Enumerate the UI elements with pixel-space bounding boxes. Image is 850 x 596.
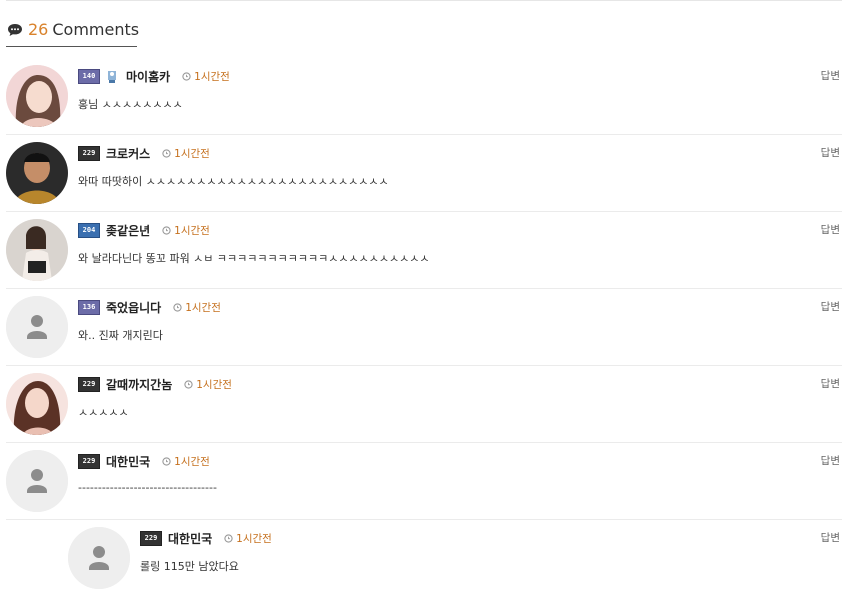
- timestamp-text: 1시간전: [185, 301, 221, 314]
- default-user-icon: [6, 296, 68, 358]
- comment-item: 136 죽었읍니다 1시간전 와.. 진짜 개지린다 답변: [6, 289, 842, 366]
- comment-meta: 229 대한민국 1시간전: [78, 453, 210, 469]
- timestamp: 1시간전: [173, 300, 221, 315]
- timestamp: 1시간전: [224, 531, 272, 546]
- reply-button[interactable]: 답변: [821, 299, 840, 314]
- nickname[interactable]: 마이홈카: [126, 68, 170, 85]
- timestamp-text: 1시간전: [236, 532, 272, 545]
- comment-meta: 229 크로커스 1시간전: [78, 145, 210, 161]
- level-badge: 229: [140, 530, 162, 546]
- nickname[interactable]: 좆같은년: [106, 222, 150, 239]
- reply-button[interactable]: 답변: [821, 453, 840, 468]
- level-badge: 229: [78, 453, 100, 469]
- comment-item: 229 갈때까지간놈 1시간전 ㅅㅅㅅㅅㅅ 답변: [6, 366, 842, 443]
- avatar[interactable]: [6, 142, 68, 204]
- comment-count: 26: [28, 20, 49, 39]
- comment-text: 홍님 ㅅㅅㅅㅅㅅㅅㅅㅅ: [78, 98, 183, 111]
- reply-button[interactable]: 답변: [821, 68, 840, 83]
- clock-icon: [173, 302, 182, 312]
- nickname[interactable]: 죽었읍니다: [106, 299, 161, 316]
- comment-text: ㅅㅅㅅㅅㅅ: [78, 406, 129, 419]
- comment-text: -----------------------------------: [78, 481, 217, 494]
- comments-title: Comments: [52, 20, 140, 39]
- level-badge: 229: [78, 376, 100, 392]
- reply-button[interactable]: 답변: [821, 145, 840, 160]
- timestamp-text: 1시간전: [174, 224, 210, 237]
- level-badge: 140: [78, 68, 100, 84]
- comment-item: 204 좆같은년 1시간전 와 날라다닌다 똥꼬 파워 ㅅㅂ ㅋㅋㅋㅋㅋㅋㅋㅋㅋ…: [6, 212, 842, 289]
- avatar[interactable]: [6, 450, 68, 512]
- reply-button[interactable]: 답변: [821, 530, 840, 545]
- timestamp: 1시간전: [162, 146, 210, 161]
- timestamp-text: 1시간전: [196, 378, 232, 391]
- comment-item: 229 대한민국 1시간전 --------------------------…: [6, 443, 842, 520]
- timestamp: 1시간전: [182, 69, 230, 84]
- comment-meta: 136 죽었읍니다 1시간전: [78, 299, 221, 315]
- comment-meta: 140 마이홈카 1시간전: [78, 68, 230, 84]
- comment-text: 와 날라다닌다 똥꼬 파워 ㅅㅂ ㅋㅋㅋㅋㅋㅋㅋㅋㅋㅋㅋㅅㅅㅅㅅㅅㅅㅅㅅㅅㅅ: [78, 252, 430, 265]
- comment-text: 롤링 115만 남았다요: [140, 560, 239, 573]
- timestamp: 1시간전: [162, 223, 210, 238]
- chat-bubble-icon: [8, 23, 22, 36]
- clock-icon: [224, 533, 233, 543]
- default-user-icon: [6, 450, 68, 512]
- comment-meta: 204 좆같은년 1시간전: [78, 222, 210, 238]
- avatar[interactable]: [6, 296, 68, 358]
- avatar[interactable]: [6, 219, 68, 281]
- level-badge: 229: [78, 145, 100, 161]
- user-photo-icon: [6, 65, 68, 127]
- reply-button[interactable]: 답변: [821, 222, 840, 237]
- clock-icon: [184, 379, 193, 389]
- user-photo-icon: [6, 219, 68, 281]
- nickname[interactable]: 갈때까지간놈: [106, 376, 172, 393]
- clock-icon: [182, 71, 191, 81]
- comment-item: 229 크로커스 1시간전 와따 따땃하이 ㅅㅅㅅㅅㅅㅅㅅㅅㅅㅅㅅㅅㅅㅅㅅㅅㅅㅅ…: [6, 135, 842, 212]
- nickname[interactable]: 대한민국: [168, 530, 212, 547]
- user-photo-icon: [6, 142, 68, 204]
- avatar[interactable]: [68, 527, 130, 589]
- emblem-icon: [108, 71, 116, 83]
- nickname[interactable]: 대한민국: [106, 453, 150, 470]
- timestamp-text: 1시간전: [174, 455, 210, 468]
- timestamp-text: 1시간전: [174, 147, 210, 160]
- clock-icon: [162, 225, 171, 235]
- top-divider: [6, 0, 842, 1]
- default-user-icon: [68, 527, 130, 589]
- timestamp: 1시간전: [184, 377, 232, 392]
- header-underline: [6, 46, 137, 47]
- user-photo-icon: [6, 373, 68, 435]
- avatar[interactable]: [6, 373, 68, 435]
- nickname[interactable]: 크로커스: [106, 145, 150, 162]
- timestamp: 1시간전: [162, 454, 210, 469]
- level-badge: 136: [78, 299, 100, 315]
- avatar[interactable]: [6, 65, 68, 127]
- clock-icon: [162, 148, 171, 158]
- comment-item: 140 마이홈카 1시간전 홍님 ㅅㅅㅅㅅㅅㅅㅅㅅ 답변: [6, 58, 842, 135]
- comments-header: 26 Comments: [7, 20, 139, 39]
- comment-text: 와따 따땃하이 ㅅㅅㅅㅅㅅㅅㅅㅅㅅㅅㅅㅅㅅㅅㅅㅅㅅㅅㅅㅅㅅㅅㅅㅅ: [78, 175, 389, 188]
- reply-button[interactable]: 답변: [821, 376, 840, 391]
- clock-icon: [162, 456, 171, 466]
- reply-comment-item: 229 대한민국 1시간전 롤링 115만 남았다요 답변: [68, 520, 842, 596]
- comment-list: 140 마이홈카 1시간전 홍님 ㅅㅅㅅㅅㅅㅅㅅㅅ 답변 229 크로커스 1시…: [0, 58, 850, 596]
- comment-meta: 229 갈때까지간놈 1시간전: [78, 376, 232, 392]
- comment-text: 와.. 진짜 개지린다: [78, 329, 163, 342]
- level-badge: 204: [78, 222, 100, 238]
- timestamp-text: 1시간전: [194, 70, 230, 83]
- comment-meta: 229 대한민국 1시간전: [140, 530, 272, 546]
